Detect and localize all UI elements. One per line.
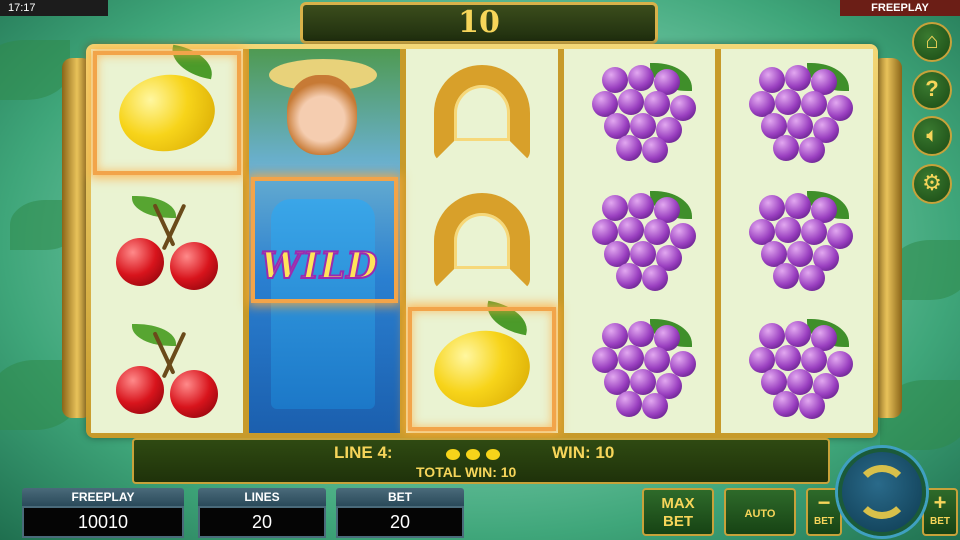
- lemon-icon: [486, 449, 500, 460]
- grape-berry: [601, 67, 628, 93]
- plus-icon: +: [933, 490, 947, 515]
- line-win-label: WIN: 10: [552, 443, 615, 462]
- grape-berry: [759, 323, 786, 349]
- bet-label: BET: [336, 488, 464, 506]
- grape-berry: [773, 135, 800, 161]
- grape-berry: [773, 391, 800, 417]
- bet-value: 20: [336, 506, 464, 538]
- grape-berry: [617, 89, 644, 115]
- freeplay-stat: FREEPLAY 10010: [22, 488, 184, 538]
- grape-berry: [785, 193, 812, 219]
- symbol-lemon: [91, 44, 243, 177]
- grape-berry: [775, 89, 802, 115]
- grape-berry: [785, 65, 812, 91]
- lemon-icon: [466, 449, 480, 460]
- girl-graphic: [286, 75, 357, 155]
- clock: 17:17: [0, 0, 108, 16]
- grape-berry: [775, 345, 802, 371]
- grape-berry: [615, 263, 642, 289]
- auto-label: AUTO: [744, 508, 776, 520]
- max-label: MAX: [661, 495, 695, 512]
- grape-berry: [615, 391, 642, 417]
- grape-berry: [615, 135, 642, 161]
- lines-label: LINES: [198, 488, 326, 506]
- reel-2-wild: WILD: [248, 49, 401, 433]
- grape-berry: [641, 265, 668, 291]
- win-banner: 10: [300, 2, 658, 44]
- grape-berry: [617, 345, 644, 371]
- bet-stat: BET 20: [336, 488, 464, 538]
- grape-berry: [627, 321, 654, 347]
- lines-stat: LINES 20: [198, 488, 326, 538]
- bet-plus-label: BET: [930, 516, 950, 527]
- reel-3: [406, 49, 558, 433]
- freeplay-label: FREEPLAY: [22, 488, 184, 506]
- reel-4: [563, 49, 716, 433]
- symbol-grapes: [564, 305, 716, 433]
- spin-button[interactable]: [838, 448, 926, 536]
- background-leaf: [0, 40, 70, 100]
- mode-indicator: FREEPLAY: [840, 0, 960, 16]
- sound-mute-icon[interactable]: 🔈︎: [912, 116, 952, 156]
- grape-berry: [601, 195, 628, 221]
- line-label: LINE 4:: [334, 443, 393, 462]
- grape-berry: [627, 193, 654, 219]
- bet-minus-button[interactable]: − BET: [806, 488, 842, 536]
- lemon-icon: [446, 449, 460, 460]
- symbol-grapes: [564, 49, 716, 177]
- symbol-grapes: [721, 305, 873, 433]
- grape-berry: [759, 195, 786, 221]
- max-bet-button[interactable]: MAX BET: [642, 488, 714, 536]
- symbol-grapes: [721, 49, 873, 177]
- reel-5: [721, 49, 873, 433]
- bet-plus-button[interactable]: + BET: [922, 488, 958, 536]
- symbol-wild-girl: WILD: [249, 49, 401, 433]
- wild-highlight: [250, 177, 399, 303]
- minus-icon: −: [817, 490, 831, 515]
- symbol-horseshoe: [406, 177, 558, 305]
- auto-button[interactable]: AUTO: [724, 488, 796, 536]
- grape-berry: [773, 263, 800, 289]
- symbol-lemon: [406, 300, 558, 433]
- win-info-bar: LINE 4: WIN: 10 TOTAL WIN: 10: [132, 438, 830, 484]
- settings-icon[interactable]: ⚙: [912, 164, 952, 204]
- reels-grid: WILD: [91, 44, 873, 433]
- grape-berry: [799, 265, 826, 291]
- grape-berry: [799, 393, 826, 419]
- symbol-horseshoe: [406, 49, 558, 177]
- symbol-grapes: [564, 177, 716, 305]
- grape-berry: [641, 137, 668, 163]
- reel-1: [91, 44, 243, 433]
- grape-berry: [601, 323, 628, 349]
- freeplay-value: 10010: [22, 506, 184, 538]
- grape-berry: [641, 393, 668, 419]
- bet-minus-label: BET: [814, 516, 834, 527]
- help-icon[interactable]: ?: [912, 70, 952, 110]
- reel-frame: WILD: [86, 44, 878, 438]
- bet-label: BET: [663, 513, 693, 530]
- grape-berry: [759, 67, 786, 93]
- grape-berry: [627, 65, 654, 91]
- lines-value: 20: [198, 506, 326, 538]
- grape-berry: [799, 137, 826, 163]
- grape-berry: [775, 217, 802, 243]
- symbol-cherries: [91, 177, 243, 305]
- grape-berry: [617, 217, 644, 243]
- spin-arrows-icon: [855, 465, 909, 519]
- symbol-cherries: [91, 305, 243, 433]
- line-symbols: [446, 444, 500, 460]
- symbol-grapes: [721, 177, 873, 305]
- grape-berry: [785, 321, 812, 347]
- total-win-label: TOTAL WIN: 10: [416, 464, 517, 480]
- home-icon[interactable]: ⌂: [912, 22, 952, 62]
